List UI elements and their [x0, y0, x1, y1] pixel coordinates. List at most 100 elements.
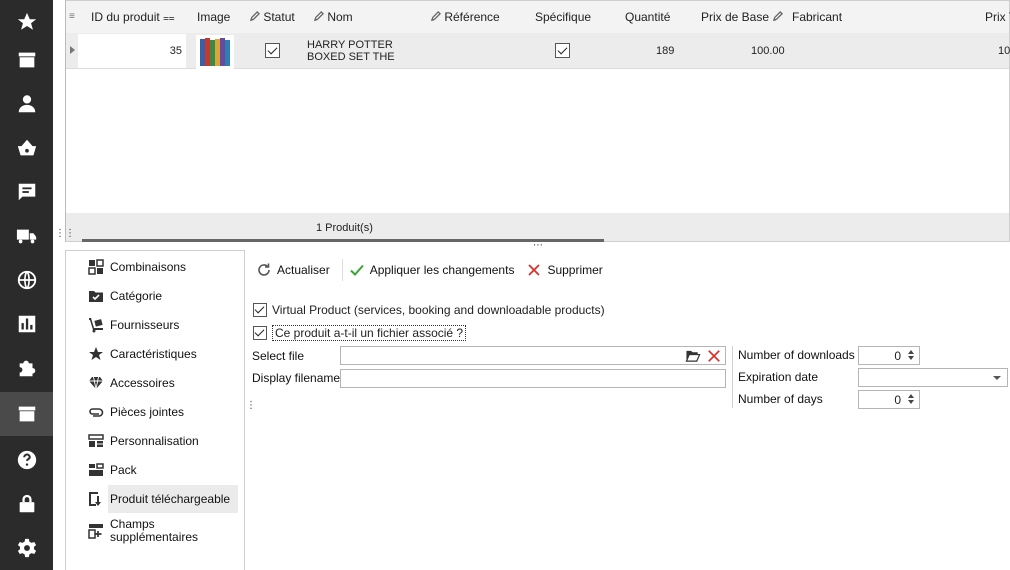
specific-checkbox[interactable]	[555, 43, 570, 58]
download-icon	[89, 492, 101, 506]
column-header-reference-label: Référence	[444, 10, 500, 24]
column-header-price-truncated[interactable]: Prix T	[985, 1, 1010, 33]
cell-quantity[interactable]: 189	[656, 45, 674, 57]
column-header-id-label: ID du produit	[91, 10, 160, 24]
nav-combinations-label: Combinaisons	[110, 259, 187, 274]
cell-price-truncated[interactable]: 10	[998, 45, 1010, 57]
nav-customization[interactable]: Personnalisation	[88, 427, 238, 455]
apply-changes-button[interactable]: Appliquer les changements	[349, 262, 515, 278]
toolbar-separator	[341, 259, 343, 281]
nav-extra-fields-label: Champs supplémentaires	[110, 518, 198, 544]
refresh-label: Actualiser	[277, 263, 330, 277]
cell-base-price[interactable]: 100.00	[751, 45, 785, 57]
column-header-base-price[interactable]: Prix de Base	[701, 1, 784, 33]
table-row[interactable]: 35 HARRY POTTER BOXED SET THE 189 100.00…	[66, 33, 1010, 69]
nav-accessories-label: Accessoires	[110, 375, 175, 390]
column-header-specific-label: Spécifique	[535, 10, 592, 24]
product-thumbnail[interactable]	[196, 35, 234, 69]
column-header-status-label: Statut	[263, 10, 295, 24]
column-header-specific[interactable]: Spécifique	[535, 1, 591, 33]
stepper-arrows-icon[interactable]	[906, 348, 916, 363]
expiration-date-label: Expiration date	[738, 370, 819, 384]
nav-pack[interactable]: Pack	[88, 456, 238, 484]
nav-attachments[interactable]: Pièces jointes	[88, 398, 238, 426]
chat-icon[interactable]	[0, 170, 53, 214]
chart-icon[interactable]	[0, 302, 53, 346]
main-sidebar	[0, 0, 53, 570]
gear-icon[interactable]	[0, 526, 53, 570]
apply-changes-label: Appliquer les changements	[369, 263, 515, 277]
box-icon[interactable]	[0, 392, 53, 436]
num-downloads-stepper[interactable]: 0	[858, 346, 920, 365]
nav-extra-fields-label-line2: supplémentaires	[110, 530, 199, 544]
horizontal-scrollbar[interactable]	[82, 239, 604, 242]
status-checkbox[interactable]	[265, 43, 280, 58]
delete-button[interactable]: Supprimer	[526, 262, 603, 278]
column-header-id[interactable]: ID du produit ⩵	[91, 1, 175, 33]
user-icon[interactable]	[0, 82, 53, 126]
pencil-icon	[430, 11, 441, 22]
pencil-icon	[249, 11, 260, 22]
nav-category[interactable]: Catégorie	[88, 282, 238, 310]
column-header-quantity-label: Quantité	[625, 10, 671, 24]
products-grid: ≡ ID du produit ⩵ Image Statut Nom Référ…	[65, 0, 1010, 242]
lock-icon[interactable]	[0, 482, 53, 526]
puzzle-icon[interactable]	[0, 346, 53, 390]
horizontal-splitter-handle[interactable]: ⋯	[533, 241, 543, 251]
column-header-image[interactable]: Image	[197, 1, 230, 33]
virtual-product-checkbox[interactable]: Virtual Product (services, booking and d…	[253, 303, 605, 317]
column-header-status[interactable]: Statut	[249, 1, 295, 33]
grid-header: ≡ ID du produit ⩵ Image Statut Nom Référ…	[66, 1, 1010, 33]
column-header-name[interactable]: Nom	[313, 1, 353, 33]
has-file-checkbox-box[interactable]	[253, 326, 267, 340]
nav-combinations[interactable]: Combinaisons	[88, 253, 238, 281]
folder-check-icon	[89, 291, 103, 302]
cell-name-line2: BOXED SET THE	[307, 51, 395, 63]
column-header-manufacturer[interactable]: Fabricant	[792, 1, 842, 33]
refresh-button[interactable]: Actualiser	[256, 262, 330, 278]
virtual-product-checkbox-box[interactable]	[253, 303, 267, 317]
nav-downloadable-product[interactable]: Produit téléchargeable	[108, 485, 238, 513]
nav-suppliers[interactable]: Fournisseurs	[88, 311, 238, 339]
display-filename-input[interactable]	[340, 369, 726, 388]
num-days-stepper[interactable]: 0	[858, 390, 920, 409]
panel-splitter-handle[interactable]: ⋮	[246, 401, 256, 411]
chevron-down-icon[interactable]	[993, 376, 1001, 380]
has-file-label: Ce produit a-t-il un fichier associé ?	[272, 325, 467, 341]
nav-features[interactable]: Caractéristiques	[88, 340, 238, 368]
column-header-name-label: Nom	[327, 10, 353, 24]
nav-extra-fields[interactable]: Champs supplémentaires	[88, 516, 238, 546]
expiration-date-select[interactable]	[858, 368, 1008, 387]
select-file-input[interactable]	[340, 346, 726, 365]
pencil-icon	[773, 11, 784, 22]
pencil-icon	[313, 11, 324, 22]
refresh-icon	[258, 263, 270, 276]
globe-icon[interactable]	[0, 258, 53, 302]
basket-icon[interactable]	[0, 126, 53, 170]
stepper-arrows-icon[interactable]	[906, 392, 916, 407]
store-icon[interactable]	[0, 38, 53, 82]
column-header-quantity[interactable]: Quantité	[625, 1, 670, 33]
select-file-label: Select file	[252, 349, 305, 363]
truck-icon[interactable]	[0, 214, 53, 258]
column-chooser-icon[interactable]: ≡	[69, 1, 75, 33]
clear-icon[interactable]	[707, 349, 721, 363]
pack-icon	[89, 463, 104, 476]
nav-downloadable-product-label: Produit téléchargeable	[110, 491, 231, 506]
folder-open-icon[interactable]	[685, 348, 701, 363]
vertical-splitter-handle[interactable]: ⋮⋮	[55, 229, 75, 239]
sort-icon: ⩵	[163, 13, 175, 24]
column-header-manufacturer-label: Fabricant	[792, 10, 843, 24]
num-days-value: 0	[894, 393, 901, 407]
dolly-icon	[89, 318, 103, 333]
help-icon[interactable]	[0, 438, 53, 482]
nav-category-label: Catégorie	[110, 288, 163, 303]
cell-name[interactable]: HARRY POTTER BOXED SET THE	[307, 39, 395, 63]
delete-label: Supprimer	[547, 263, 603, 277]
cell-id[interactable]: 35	[78, 34, 186, 68]
nav-pack-label: Pack	[110, 462, 137, 477]
nav-accessories[interactable]: Accessoires	[88, 369, 238, 397]
column-header-image-label: Image	[197, 10, 231, 24]
has-file-checkbox[interactable]: Ce produit a-t-il un fichier associé ?	[253, 325, 467, 341]
column-header-reference[interactable]: Référence	[430, 1, 500, 33]
